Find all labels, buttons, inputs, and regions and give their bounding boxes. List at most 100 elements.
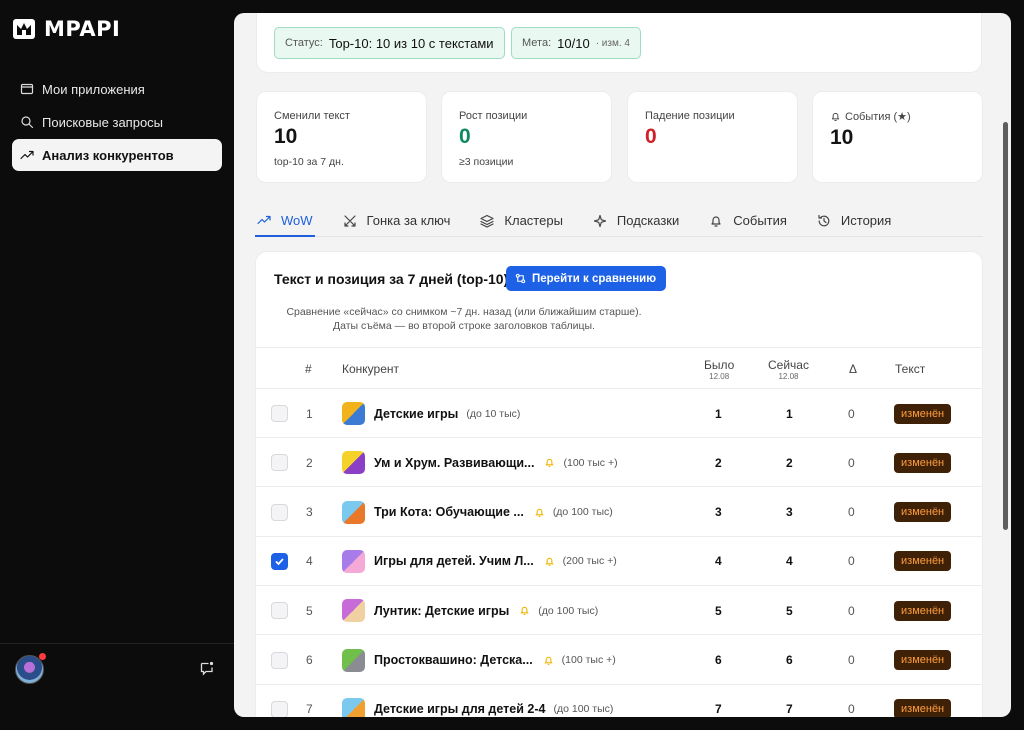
bell-icon[interactable] (534, 507, 545, 518)
bell-icon (711, 215, 721, 227)
table-row[interactable]: 1 Детские игры (до 10 тыс) 1 1 0 изменён (256, 389, 982, 438)
window-icon (20, 83, 34, 95)
swords-icon (343, 214, 356, 227)
text-changed-badge[interactable]: изменён (894, 699, 952, 717)
checkbox-cell (271, 537, 288, 586)
table-row[interactable]: 3 Три Кота: Обучающие ... (до 100 тыс) 3 3 0 и… (256, 488, 982, 537)
now-position: 3 (786, 505, 793, 520)
stat-label: Рост позиции (459, 110, 611, 122)
row-checkbox[interactable] (271, 454, 288, 472)
text-changed-badge[interactable]: изменён (894, 650, 952, 670)
tab-2[interactable]: Кластеры (478, 205, 565, 236)
tab-4[interactable]: События (707, 205, 789, 236)
app-name[interactable]: Игры для детей. Учим Л... (374, 554, 534, 568)
row-number: 6 (306, 653, 313, 667)
app-name[interactable]: Ум и Хрум. Развивающи... (374, 456, 534, 470)
app-installs: (100 тыс +) (563, 456, 618, 469)
stat-value: 0 (645, 125, 657, 148)
row-checkbox[interactable] (271, 405, 288, 422)
tab-0[interactable]: WoW (255, 205, 315, 237)
text-changed-badge[interactable]: изменён (894, 452, 952, 473)
competitor-cell: Игры для детей. Учим Л... (200 тыс +) (342, 537, 682, 586)
stat-label-text: Рост позиции (459, 110, 528, 122)
bell-icon[interactable] (544, 556, 555, 567)
text-changed-badge[interactable]: изменён (894, 600, 952, 621)
app-name[interactable]: Детские игры для детей 2-4 (374, 702, 545, 716)
main-scrollbar[interactable] (1003, 122, 1008, 530)
header-now[interactable]: Сейчас 12.08 (768, 348, 809, 390)
header-competitor: Конкурент (342, 362, 400, 376)
app-name[interactable]: Лунтик: Детские игры (374, 604, 509, 618)
row-checkbox[interactable] (271, 651, 288, 669)
layers-icon (480, 214, 495, 228)
tab-label: Подсказки (616, 213, 680, 228)
brand-logo[interactable]: MPAPI (12, 17, 120, 41)
tab-label: События (733, 213, 787, 228)
notification-dot (39, 653, 46, 660)
app-name[interactable]: Три Кота: Обучающие ... (374, 505, 524, 519)
feedback-icon[interactable] (199, 660, 215, 676)
tab-3[interactable]: Подсказки (591, 205, 681, 236)
history-icon (818, 214, 830, 226)
compare-icon (515, 273, 526, 284)
text-changed-badge[interactable]: изменён (894, 551, 952, 572)
app-icon (342, 500, 365, 524)
stat-card-1: Рост позиции 0 ≥3 позиции (441, 91, 612, 183)
row-checkbox[interactable] (271, 602, 288, 620)
stat-card-3: События (★) 10 (812, 91, 983, 183)
header-was[interactable]: Было 12.08 (704, 348, 734, 390)
trend-icon (20, 150, 34, 160)
text-status-cell: изменён (894, 685, 952, 717)
stat-sub: top-10 за 7 дн. (274, 156, 344, 168)
status-card: Статус: Top-10: 10 из 10 с текстами Мета… (256, 13, 982, 73)
app-installs: (до 100 тыс) (538, 604, 599, 617)
table-row[interactable]: 5 Лунтик: Детские игры (до 100 тыс) 5 5 0 изме… (256, 586, 982, 636)
sidebar-item-0[interactable]: Мои приложения (12, 73, 222, 105)
bell-icon[interactable] (519, 605, 530, 616)
header-num: # (305, 362, 312, 376)
text-status-cell: изменён (894, 586, 952, 635)
table-row[interactable]: 4 Игры для детей. Учим Л... (200 тыс +) 4 4 0… (256, 537, 982, 586)
app-name[interactable]: Детские игры (374, 407, 458, 421)
was-position: 2 (715, 455, 722, 470)
check-icon (275, 558, 284, 566)
meta-value: 10/10 (557, 35, 590, 51)
row-checkbox[interactable] (271, 552, 288, 570)
text-changed-badge[interactable]: изменён (894, 403, 952, 424)
tab-5[interactable]: История (815, 205, 893, 236)
app-installs: (до 100 тыс) (553, 703, 614, 716)
sidebar-item-1[interactable]: Поисковые запросы (12, 106, 222, 138)
table-row[interactable]: 6 Простоквашино: Детска... (100 тыс +) 6 6 0 и… (256, 636, 982, 685)
competitor-cell: Ум и Хрум. Развивающи... (100 тыс +) (342, 438, 682, 487)
header-text: Текст (895, 362, 926, 376)
tab-1[interactable]: Гонка за ключ (341, 205, 453, 236)
stat-value: 0 (459, 125, 471, 148)
tab-label: Кластеры (504, 213, 563, 228)
stat-label: События (★) (830, 110, 982, 123)
text-changed-badge[interactable]: изменён (894, 502, 952, 523)
delta-value: 0 (848, 702, 855, 717)
app-name[interactable]: Простоквашино: Детска... (374, 653, 533, 667)
sidebar-item-label: Анализ конкурентов (42, 147, 174, 163)
was-position: 3 (715, 505, 722, 520)
row-checkbox[interactable] (271, 700, 288, 717)
bell-icon[interactable] (544, 457, 555, 468)
row-checkbox[interactable] (271, 503, 288, 521)
table-row[interactable]: 7 Детские игры для детей 2-4 (до 100 тыс) 7… (256, 685, 982, 717)
header-was-label: Было (704, 357, 735, 372)
was-position: 1 (715, 406, 722, 421)
bell-icon[interactable] (543, 655, 554, 666)
stat-card-0: Сменили текст 10 top-10 за 7 дн. (256, 91, 427, 183)
row-number: 2 (306, 455, 313, 470)
delta-value: 0 (848, 603, 855, 618)
table-row[interactable]: 2 Ум и Хрум. Развивающи... (100 тыс +) 2 2 0 и… (256, 438, 982, 488)
row-number: 7 (306, 702, 313, 717)
go-to-compare-button[interactable]: Перейти к сравнению (506, 266, 667, 291)
main-panel: Статус: Top-10: 10 из 10 с текстами Мета… (234, 13, 1011, 717)
sidebar-item-2[interactable]: Анализ конкурентов (12, 139, 222, 171)
stat-card-2: Падение позиции 0 (627, 91, 798, 183)
delta-value: 0 (848, 554, 855, 569)
table-header: # Конкурент Было 12.08 Сейчас 12.08 Δ Те… (256, 347, 982, 390)
go-to-compare-label: Перейти к сравнению (532, 272, 657, 285)
was-position: 7 (715, 702, 722, 717)
